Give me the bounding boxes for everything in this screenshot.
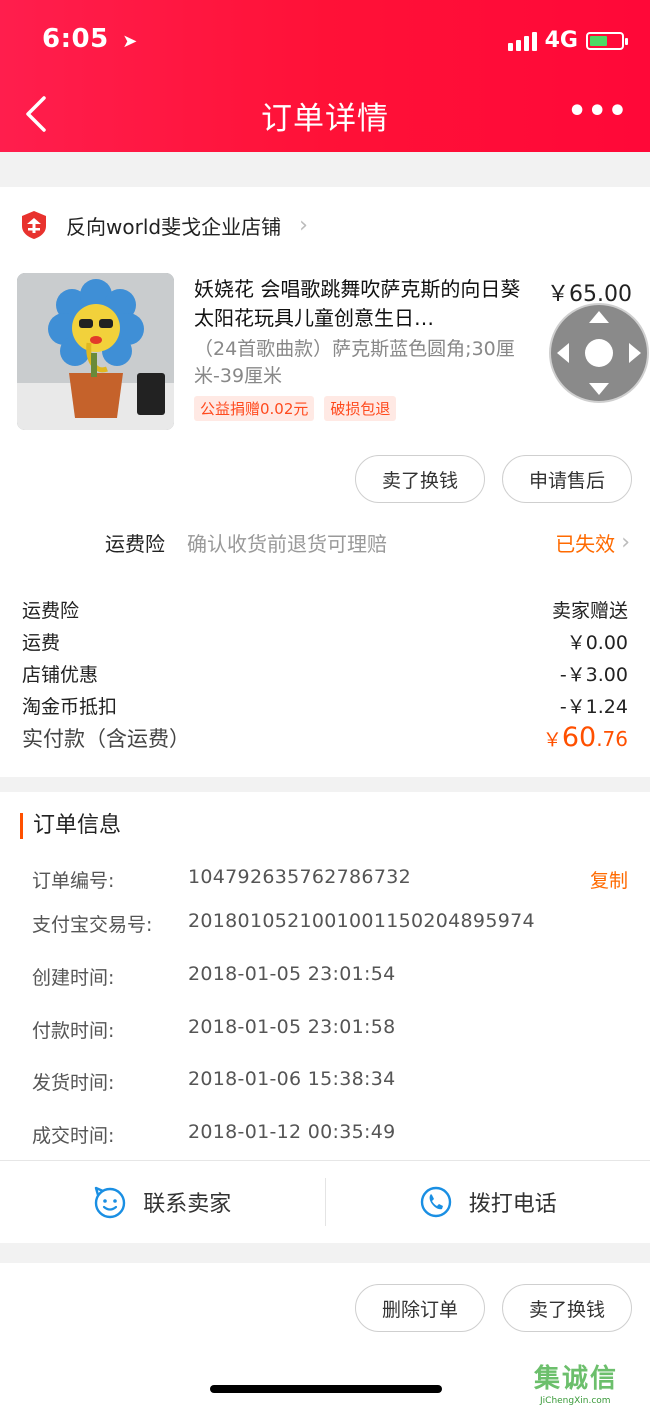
fee-value: -￥3.00 [559,664,628,686]
dpad-icon [557,311,641,395]
total-amount: ￥60.76 [543,722,628,753]
contact-bar: 联系卖家 拨打电话 [0,1160,650,1243]
info-value: 2018-01-06 15:38:34 [188,1068,396,1090]
info-label: 成交时间: [32,1125,115,1147]
status-time-text: 6:05 [42,24,109,54]
product-image[interactable] [17,273,174,430]
contact-seller-label: 联系卖家 [143,1192,232,1217]
signal-icon [507,31,537,51]
total-decimal: .76 [596,727,628,751]
assistive-touch-joystick[interactable] [549,303,649,403]
chevron-right-icon: › [299,212,308,238]
order-info-title: 订单信息 [20,813,121,839]
info-label: 创建时间: [32,967,115,989]
fee-row: 淘金币抵扣 -￥1.24 [22,692,628,719]
info-label: 支付宝交易号: [32,914,153,936]
damage-return-tag: 破损包退 [324,396,397,421]
fee-label: 店铺优惠 [22,664,99,686]
insurance-desc: 确认收货前退货可理赔 [187,532,387,556]
shipped-time-row: 发货时间: 2018-01-06 15:38:34 [32,1068,628,1095]
total-label: 实付款（含运费） [22,727,190,751]
contact-seller-button[interactable]: 联系卖家 [0,1161,325,1243]
total-integer: 60 [561,722,597,753]
info-value: 2018-01-12 00:35:49 [188,1121,396,1143]
product-title[interactable]: 妖娆花 会唱歌跳舞吹萨克斯的向日葵太阳花玩具儿童创意生日… [194,275,529,333]
info-value: 2018010521001001150204895974 [188,910,535,932]
fee-row: 店铺优惠 -￥3.00 [22,660,628,687]
charity-tag: 公益捐赠0.02元 [194,396,315,421]
created-time-row: 创建时间: 2018-01-05 23:01:54 [32,963,628,990]
product-sku: （24首歌曲款）萨克斯蓝色圆角;30厘米-39厘米 [194,338,515,387]
insurance-status: 已失效 [555,532,616,556]
shipping-insurance-row[interactable]: 运费险 确认收货前退货可理赔 已失效 › [105,528,630,557]
info-value: 2018-01-05 23:01:58 [188,1016,396,1038]
fee-label: 淘金币抵扣 [22,696,118,718]
info-label: 订单编号: [32,870,115,892]
total-row: 实付款（含运费） ￥60.76 [22,722,628,753]
fee-value: -￥1.24 [559,696,628,718]
product-tags: 公益捐赠0.02元 破损包退 [194,396,397,421]
fee-label: 运费 [22,632,61,654]
info-value: 2018-01-05 23:01:54 [188,963,396,985]
top-header: 6:05 ➤ 4G 订单详情 ••• [0,0,650,152]
fee-value: 卖家赠送 [551,600,628,622]
copy-button[interactable]: 复制 [590,866,628,893]
shop-link[interactable]: 反向world斐戈企业店铺 › [20,210,308,240]
info-value: 104792635762786732 [188,866,411,888]
page-title: 订单详情 [261,101,389,137]
fee-value: ￥0.00 [566,632,628,654]
currency-symbol: ￥ [542,729,562,751]
status-time: 6:05 ➤ [42,24,138,54]
shop-name: 反向world斐戈企业店铺 [66,214,282,239]
paid-time-row: 付款时间: 2018-01-05 23:01:58 [32,1016,628,1043]
call-phone-button[interactable]: 拨打电话 [326,1161,650,1243]
home-indicator[interactable] [210,1385,442,1393]
fee-row: 运费险 卖家赠送 [22,596,628,623]
delete-order-button[interactable]: 删除订单 [355,1284,485,1332]
fee-row: 运费 ￥0.00 [22,628,628,655]
info-label: 发货时间: [32,1072,115,1094]
sunflower-toy-image [17,273,174,430]
network-type: 4G [544,28,578,53]
more-menu-button[interactable]: ••• [567,97,628,127]
insurance-label: 运费险 [105,532,165,556]
status-indicators: 4G [507,28,628,53]
watermark-text: 集诚信 [534,1364,619,1394]
call-phone-label: 拨打电话 [468,1192,557,1217]
alipay-trade-row: 支付宝交易号: 2018010521001001150204895974 [32,910,628,937]
info-label: 付款时间: [32,1020,115,1042]
enterprise-shop-icon [22,211,46,239]
chat-smile-icon [95,1186,126,1219]
watermark-url: JiChengXin.com [540,1396,611,1406]
phone-icon [420,1186,451,1218]
watermark-logo: 集诚信 [534,1358,618,1395]
fee-label: 运费险 [22,600,80,622]
order-number-row: 订单编号: 104792635762786732 复制 [32,866,628,893]
battery-icon [586,31,628,50]
chevron-right-icon: › [621,530,630,555]
sell-for-cash-button-bottom[interactable]: 卖了换钱 [502,1284,632,1332]
location-arrow-icon: ➤ [122,31,138,52]
sell-for-cash-button[interactable]: 卖了换钱 [355,455,485,503]
deal-time-row: 成交时间: 2018-01-12 00:35:49 [32,1121,628,1148]
after-sale-button[interactable]: 申请售后 [502,455,632,503]
